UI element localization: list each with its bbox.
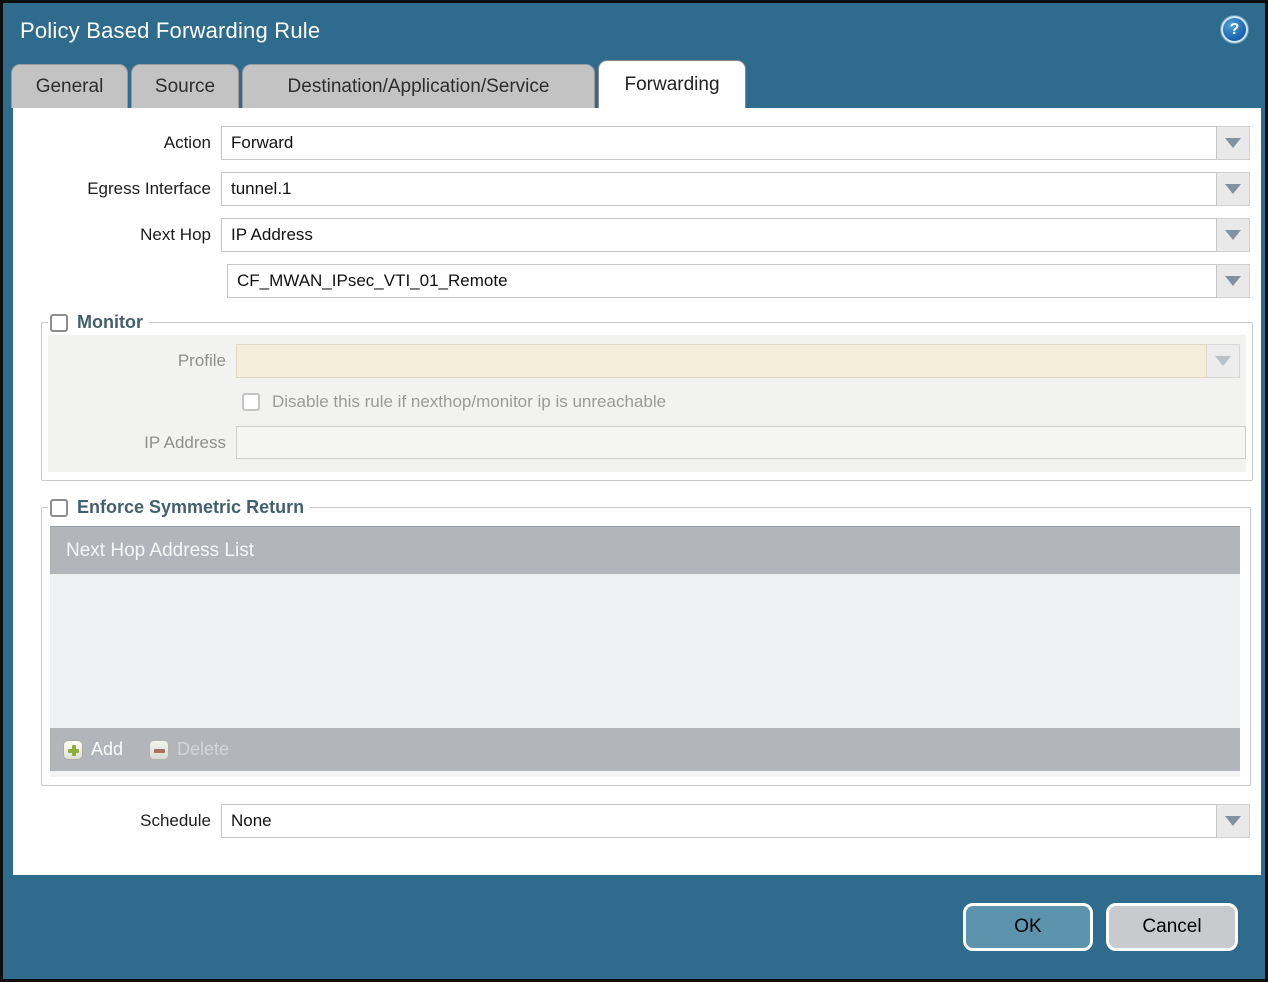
schedule-label: Schedule	[140, 811, 211, 830]
next-hop-address-list-header: Next Hop Address List	[50, 526, 1240, 574]
help-icon[interactable]: ?	[1221, 16, 1248, 43]
tab-destination-application-service[interactable]: Destination/Application/Service	[242, 64, 595, 108]
schedule-row: Schedule None	[13, 804, 1261, 838]
next-hop-type-value[interactable]: IP Address	[221, 218, 1217, 252]
chevron-down-icon	[1225, 816, 1241, 826]
delete-button: Delete	[149, 739, 229, 760]
profile-row: Profile	[48, 344, 1246, 378]
disable-rule-label: Disable this rule if nexthop/monitor ip …	[272, 392, 667, 411]
dialog-title: Policy Based Forwarding Rule	[20, 18, 321, 43]
next-hop-address-value[interactable]: CF_MWAN_IPsec_VTI_01_Remote	[227, 264, 1217, 298]
egress-interface-label: Egress Interface	[87, 179, 211, 198]
tab-source[interactable]: Source	[131, 64, 239, 108]
chevron-down-icon	[1225, 138, 1241, 148]
monitor-checkbox[interactable]	[50, 313, 68, 332]
profile-dropdown	[236, 344, 1240, 378]
schedule-value[interactable]: None	[221, 804, 1217, 838]
egress-interface-value[interactable]: tunnel.1	[221, 172, 1217, 206]
action-dropdown-button[interactable]	[1217, 126, 1250, 160]
add-icon	[63, 739, 83, 760]
disable-rule-checkbox	[242, 393, 260, 411]
next-hop-address-dropdown-button[interactable]	[1217, 264, 1250, 298]
tab-forwarding[interactable]: Forwarding	[598, 60, 746, 108]
add-button-label: Add	[91, 739, 124, 759]
monitor-ip-row: IP Address	[48, 426, 1246, 459]
dialog-footer: OK Cancel	[3, 875, 1265, 976]
next-hop-address-list-header-label: Next Hop Address List	[66, 539, 254, 561]
egress-interface-dropdown-button[interactable]	[1217, 172, 1250, 206]
monitor-panel: Profile Disable this rule if nexthop/mon…	[48, 335, 1246, 472]
next-hop-row: Next Hop IP Address	[13, 218, 1261, 252]
symmetric-return-checkbox[interactable]	[50, 498, 68, 517]
monitor-legend: Monitor	[48, 312, 149, 333]
chevron-down-icon	[1215, 356, 1231, 366]
next-hop-address-list-table: Next Hop Address List Add Delete	[50, 526, 1240, 777]
next-hop-type-dropdown[interactable]: IP Address	[221, 218, 1250, 252]
monitor-ip-input	[236, 426, 1246, 459]
dialog-titlebar: Policy Based Forwarding Rule ?	[3, 3, 1265, 59]
symmetric-return-fieldset: Enforce Symmetric Return Next Hop Addres…	[41, 497, 1251, 786]
profile-value	[236, 344, 1207, 378]
schedule-dropdown[interactable]: None	[221, 804, 1250, 838]
next-hop-address-row: CF_MWAN_IPsec_VTI_01_Remote	[13, 264, 1261, 298]
symmetric-return-legend-label: Enforce Symmetric Return	[77, 497, 305, 517]
egress-interface-row: Egress Interface tunnel.1	[13, 172, 1261, 206]
profile-dropdown-button	[1207, 344, 1240, 378]
next-hop-address-list-body[interactable]	[50, 574, 1240, 728]
profile-label: Profile	[177, 351, 226, 370]
delete-icon	[149, 739, 170, 760]
next-hop-address-list-toolbar: Add Delete	[50, 728, 1240, 771]
next-hop-address-dropdown[interactable]: CF_MWAN_IPsec_VTI_01_Remote	[227, 264, 1250, 298]
action-dropdown[interactable]: Forward	[221, 126, 1250, 160]
delete-button-label: Delete	[177, 739, 230, 759]
chevron-down-icon	[1225, 184, 1241, 194]
next-hop-label: Next Hop	[140, 225, 211, 244]
add-button[interactable]: Add	[63, 739, 123, 760]
monitor-fieldset: Monitor Profile Disable this rule if nex…	[41, 312, 1253, 481]
tab-general[interactable]: General	[11, 64, 128, 108]
cancel-button[interactable]: Cancel	[1106, 902, 1238, 951]
action-label: Action	[163, 133, 211, 152]
table-bottom-strip	[50, 771, 1240, 777]
ok-button[interactable]: OK	[963, 902, 1093, 951]
policy-based-forwarding-dialog: Policy Based Forwarding Rule ? General S…	[0, 0, 1268, 982]
tab-bar: General Source Destination/Application/S…	[3, 59, 1265, 108]
chevron-down-icon	[1225, 230, 1241, 240]
monitor-ip-label: IP Address	[144, 432, 226, 452]
action-row: Action Forward	[13, 126, 1261, 160]
egress-interface-dropdown[interactable]: tunnel.1	[221, 172, 1250, 206]
chevron-down-icon	[1225, 276, 1241, 286]
forwarding-tab-panel: Action Forward Egress Interface tunnel.1…	[13, 108, 1261, 875]
symmetric-return-legend: Enforce Symmetric Return	[48, 497, 310, 518]
disable-rule-row: Disable this rule if nexthop/monitor ip …	[242, 392, 1246, 412]
action-value[interactable]: Forward	[221, 126, 1217, 160]
schedule-dropdown-button[interactable]	[1217, 804, 1250, 838]
next-hop-type-dropdown-button[interactable]	[1217, 218, 1250, 252]
monitor-legend-label: Monitor	[77, 312, 143, 332]
